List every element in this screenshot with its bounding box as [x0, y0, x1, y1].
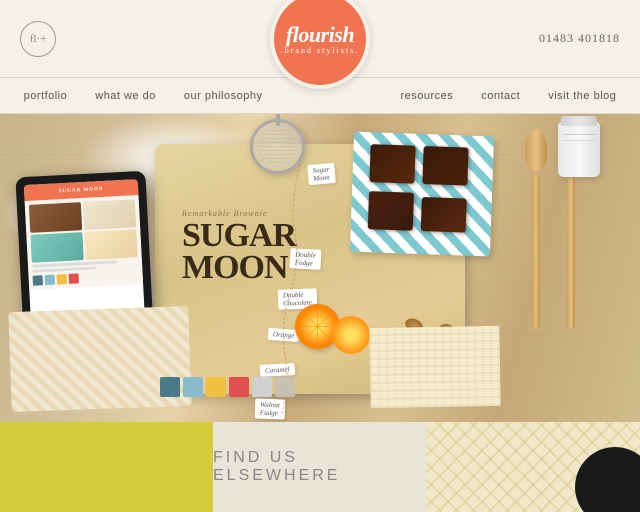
- swatch-4: [229, 377, 249, 397]
- swatch-2: [183, 377, 203, 397]
- nav-item-resources[interactable]: resources: [386, 90, 467, 102]
- swatch-1: [160, 377, 180, 397]
- nav-item-our-philosophy[interactable]: our philosophy: [170, 90, 277, 102]
- bottom-section: FIND US ELSEWHERE: [0, 422, 640, 512]
- jar-lid: [561, 116, 597, 126]
- patterned-paper: [369, 326, 500, 408]
- wooden-spoon-back: [522, 129, 550, 329]
- tablet-title: SUGAR MOON: [59, 186, 104, 193]
- header: fl·+ flourish .brand stylists. 01483 401…: [0, 0, 640, 78]
- brownie-box: [350, 132, 494, 257]
- bottom-right-chevron: [426, 422, 640, 512]
- color-swatches: [160, 377, 295, 397]
- badge-text: fl·+: [30, 33, 47, 45]
- find-us-elsewhere-text: FIND US ELSEWHERE: [213, 449, 426, 485]
- logo[interactable]: flourish .brand stylists.: [270, 0, 370, 89]
- tablet-content: [25, 195, 144, 290]
- swatch-6: [275, 377, 295, 397]
- white-jar: [558, 122, 600, 177]
- swatch-5: [252, 377, 272, 397]
- nav-item-what-we-do[interactable]: what we do: [81, 90, 170, 102]
- bottom-center-find-us: FIND US ELSEWHERE: [213, 422, 426, 512]
- swatch-3: [206, 377, 226, 397]
- hero-section: SUGAR MOON: [0, 114, 640, 422]
- nav-item-contact[interactable]: contact: [467, 90, 534, 102]
- logo-text: flourish: [286, 22, 354, 48]
- logo-tagline: .brand stylists.: [281, 46, 359, 55]
- nav-item-portfolio[interactable]: portfolio: [10, 90, 82, 102]
- bottom-left-yellow: [0, 422, 213, 512]
- fl-badge[interactable]: fl·+: [20, 21, 56, 57]
- phone-number: 01483 401818: [539, 31, 620, 46]
- nav-item-blog[interactable]: visit the blog: [534, 90, 630, 102]
